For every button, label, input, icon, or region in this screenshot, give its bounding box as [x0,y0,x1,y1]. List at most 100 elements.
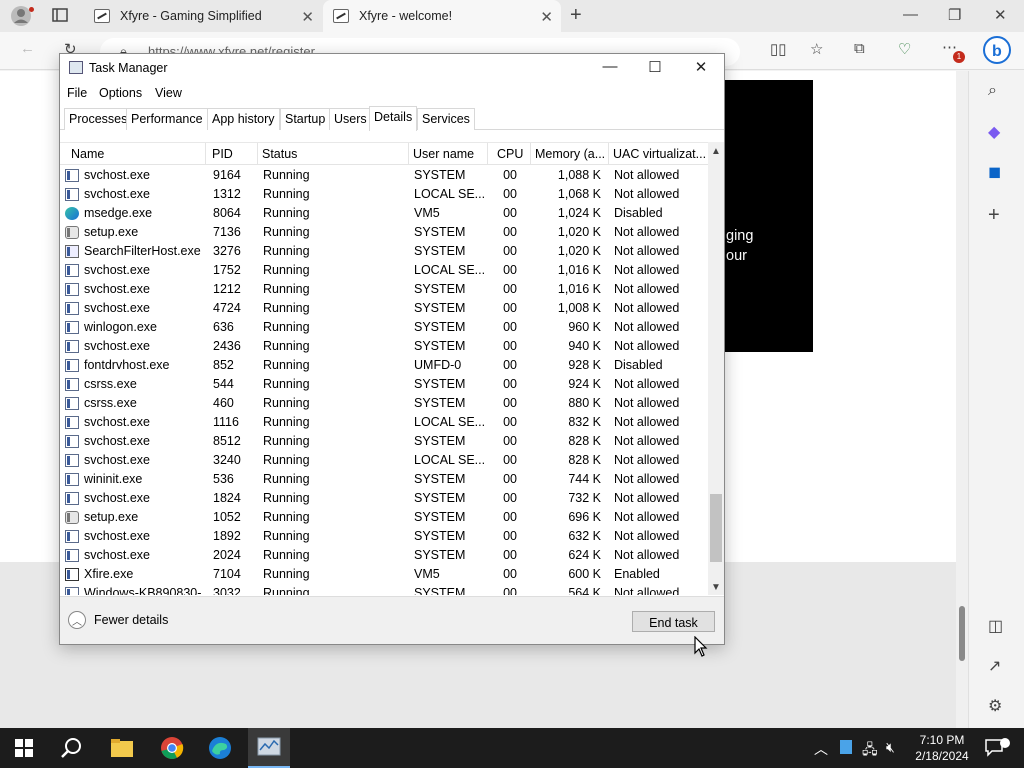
column-header-uac-virtualization[interactable]: UAC virtualizat... [609,143,708,165]
tab-app-history[interactable]: App history [207,108,280,130]
restore-icon[interactable]: ❐ [948,6,961,24]
table-row[interactable]: svchost.exe 2024 Running SYSTEM 00 624 K Not a… [60,546,708,565]
table-scrollbar-thumb[interactable] [710,494,722,562]
task-manager-titlebar[interactable]: Task Manager — ☐ ✕ [60,54,724,82]
tab-xfyre-welcome[interactable]: Xfyre - welcome! ✕ [323,0,561,32]
menu-view[interactable]: View [155,86,182,100]
table-row[interactable]: setup.exe 7136 Running SYSTEM 00 1,020 K Not a… [60,223,708,242]
cell-status: Running [263,586,310,595]
table-row[interactable]: fontdrvhost.exe 852 Running UMFD-0 00 928 K Di… [60,356,708,375]
start-windows-icon[interactable] [12,736,36,760]
cell-uac: Not allowed [614,377,680,391]
cell-uac: Not allowed [614,339,680,353]
split-screen-icon[interactable]: ▯▯ [770,40,787,58]
cell-mem: 828 K [568,453,601,467]
task-manager-taskbar-icon[interactable] [248,728,290,768]
minimize-icon[interactable]: — [903,6,918,23]
tab-performance[interactable]: Performance [126,108,208,130]
file-explorer-icon[interactable] [110,736,134,760]
table-row[interactable]: setup.exe 1052 Running SYSTEM 00 696 K Not all… [60,508,708,527]
table-row[interactable]: svchost.exe 2436 Running SYSTEM 00 940 K Not a… [60,337,708,356]
cell-mem: 696 K [568,510,601,524]
table-row[interactable]: wininit.exe 536 Running SYSTEM 00 744 K Not al… [60,470,708,489]
cell-pid: 1212 [213,282,241,296]
table-scrollbar[interactable]: ▲ ▼ [708,142,724,595]
cell-status: Running [263,168,310,182]
column-header-name[interactable]: Name [67,143,206,165]
column-header-pid[interactable]: PID [208,143,258,165]
shopping-icon[interactable]: ◆ [988,122,1000,142]
system-clock[interactable]: 7:10 PM 2/18/2024 [914,732,970,764]
maximize-icon[interactable]: ☐ [635,58,675,76]
cell-user: LOCAL SE... [414,415,486,429]
table-row[interactable]: svchost.exe 3240 Running LOCAL SE... 00 828 K… [60,451,708,470]
add-sidebar-icon[interactable]: + [988,204,1000,227]
close-tab-icon[interactable]: ✕ [540,8,553,26]
table-row[interactable]: csrss.exe 544 Running SYSTEM 00 924 K Not allo… [60,375,708,394]
table-row[interactable]: msedge.exe 8064 Running VM5 00 1,024 K Disable… [60,204,708,223]
tab-services[interactable]: Services [417,108,475,130]
menu-file[interactable]: File [67,86,87,100]
table-row[interactable]: svchost.exe 1116 Running LOCAL SE... 00 832 K… [60,413,708,432]
table-row[interactable]: svchost.exe 1892 Running SYSTEM 00 632 K Not a… [60,527,708,546]
search-icon[interactable]: ⌕ [988,82,997,100]
tab-details[interactable]: Details [369,106,418,131]
close-window-icon[interactable]: ✕ [994,6,1007,24]
column-header-cpu[interactable]: CPU [493,143,531,165]
column-header-user-name[interactable]: User name [409,143,488,165]
table-row[interactable]: Windows-KB890830-... 3032 Running SYSTEM 00 5… [60,584,708,595]
scroll-down-icon[interactable]: ▼ [711,582,721,593]
favorites-icon[interactable]: ☆ [810,40,823,58]
page-scrollbar[interactable] [956,71,968,729]
table-row[interactable]: svchost.exe 4724 Running SYSTEM 00 1,008 K Not… [60,299,708,318]
column-header-status[interactable]: Status [258,143,409,165]
close-tab-icon[interactable]: ✕ [301,8,314,26]
cell-name: svchost.exe [84,415,151,429]
search-icon[interactable] [60,736,84,760]
page-scrollbar-thumb[interactable] [959,606,965,661]
table-row[interactable]: svchost.exe 1824 Running SYSTEM 00 732 K Not a… [60,489,708,508]
table-row[interactable]: Xfire.exe 7104 Running VM5 00 600 K Enabled [60,565,708,584]
table-row[interactable]: svchost.exe 8512 Running SYSTEM 00 828 K Not a… [60,432,708,451]
menu-options[interactable]: Options [99,86,142,100]
chrome-icon[interactable] [160,736,184,760]
table-row[interactable]: svchost.exe 9164 Running SYSTEM 00 1,088 K Not… [60,166,708,185]
table-row[interactable]: svchost.exe 1312 Running LOCAL SE... 00 1,068… [60,185,708,204]
cell-name: csrss.exe [84,396,137,410]
copilot-icon[interactable]: b [982,35,1012,69]
outlook-icon[interactable]: ◼ [988,162,1001,182]
tab-processes[interactable]: Processes [64,108,133,130]
tray-app-icon[interactable] [840,740,852,754]
table-row[interactable]: svchost.exe 1212 Running SYSTEM 00 1,016 K Not… [60,280,708,299]
settings-gear-icon[interactable]: ⚙ [988,696,1002,716]
browser-essentials-icon[interactable]: ♡ [898,40,911,58]
process-service-icon [65,321,79,334]
close-icon[interactable]: ✕ [681,58,721,76]
table-row[interactable]: svchost.exe 1752 Running LOCAL SE... 00 1,016… [60,261,708,280]
network-icon[interactable]: 🖧︎ [862,739,886,763]
table-row[interactable]: csrss.exe 460 Running SYSTEM 00 880 K Not allo… [60,394,708,413]
sidebar-toggle-icon[interactable]: ◫ [988,616,1003,636]
windows-taskbar: ︿ 🖧︎ 🔇︎ 7:10 PM 2/18/2024 [0,728,1024,768]
back-icon[interactable]: ← [20,40,35,57]
collections-icon[interactable]: ⧉ [854,40,865,57]
scroll-up-icon[interactable]: ▲ [711,146,721,157]
tab-startup[interactable]: Startup [280,108,331,130]
edge-icon[interactable] [208,736,232,760]
cell-pid: 8064 [213,206,241,220]
show-hidden-icons-chevron-up-icon[interactable]: ︿ [814,739,838,763]
volume-muted-icon[interactable]: 🔇︎ [886,739,910,763]
fewer-details-button[interactable]: ︿ Fewer details [68,611,168,629]
new-tab-icon[interactable]: + [570,4,582,27]
cell-mem: 940 K [568,339,601,353]
tab-actions-icon[interactable] [52,7,68,27]
table-row[interactable]: winlogon.exe 636 Running SYSTEM 00 960 K Not a… [60,318,708,337]
column-header-memory[interactable]: Memory (a... [531,143,609,165]
tab-users[interactable]: Users [329,108,372,130]
table-row[interactable]: SearchFilterHost.exe 3276 Running SYSTEM 00 1… [60,242,708,261]
cell-pid: 3240 [213,453,241,467]
share-icon[interactable]: ↗ [988,656,1001,676]
tab-xfyre-gaming[interactable]: Xfyre - Gaming Simplified ✕ [84,0,322,32]
minimize-icon[interactable]: — [590,58,630,75]
end-task-button[interactable]: End task [632,611,715,632]
